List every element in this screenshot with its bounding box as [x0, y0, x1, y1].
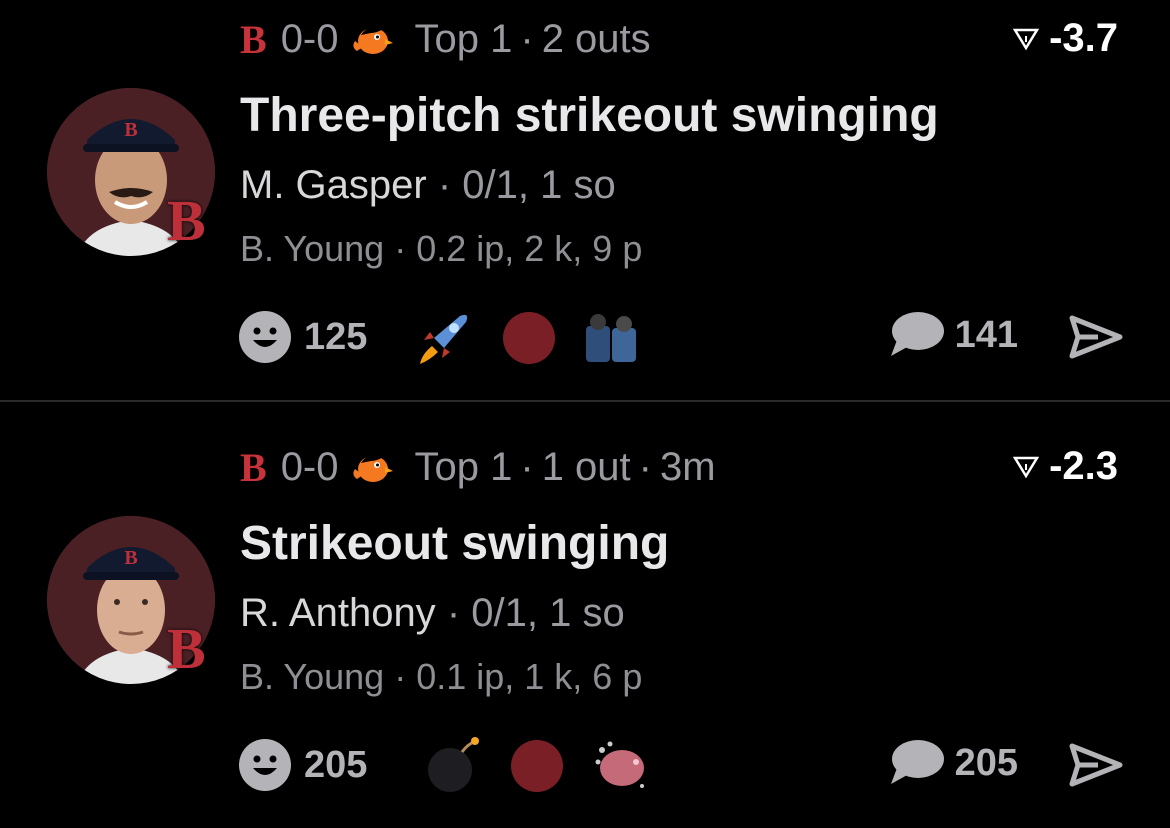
orioles-logo-icon: [352, 455, 393, 482]
triangle-down-icon: [1013, 28, 1040, 51]
separator: ·: [394, 228, 407, 269]
separator: ·: [394, 656, 407, 697]
comment-count: 141: [954, 313, 1018, 356]
smiley-icon: [239, 739, 291, 791]
play-title: Strikeout swinging: [240, 517, 670, 570]
pitcher-name[interactable]: B. Young: [240, 228, 384, 269]
win-probability-delta: -3.7: [1013, 12, 1118, 64]
reaction-button[interactable]: 205: [238, 738, 367, 792]
game-status-header: B 0-0 Top 1 · 2 outs: [240, 14, 651, 64]
team-badge-icon: B: [167, 616, 206, 681]
outs: 2 outs: [541, 16, 651, 61]
separator: ·: [638, 444, 652, 489]
batter-stat: 0/1, 1 so: [471, 591, 625, 635]
score: 0-0: [280, 444, 339, 489]
batter-stat: 0/1, 1 so: [462, 163, 616, 207]
reaction-count: 125: [304, 315, 368, 358]
batter-name[interactable]: R. Anthony: [240, 591, 436, 635]
speech-bubble-icon: [890, 740, 944, 784]
play-card[interactable]: B 0-0 Top 1 · 2 outs -3.7 B B Three-pitc…: [0, 0, 1170, 400]
action-bar: 125 141: [238, 308, 1128, 368]
delta-value: -2.3: [1049, 443, 1118, 488]
pitcher-stat: 0.2 ip, 2 k, 9 p: [416, 228, 643, 269]
pitcher-stat: 0.1 ip, 1 k, 6 p: [416, 656, 643, 697]
team-badge-icon: B: [167, 188, 206, 253]
comment-button[interactable]: 141: [889, 310, 1018, 360]
svg-text:B: B: [124, 547, 137, 569]
score: 0-0: [280, 16, 339, 61]
separator: ·: [446, 591, 461, 635]
batter-line: M. Gasper · 0/1, 1 so: [240, 163, 616, 208]
svg-text:B: B: [124, 119, 137, 141]
inning: Top 1: [414, 444, 513, 489]
separator: ·: [437, 163, 452, 207]
reaction-count: 205: [304, 743, 368, 786]
win-probability-delta: -2.3: [1013, 440, 1118, 492]
inning: Top 1: [414, 16, 513, 61]
time-ago: 3m: [659, 444, 716, 489]
separator: ·: [520, 16, 534, 61]
fans-sticker-icon[interactable]: [582, 308, 640, 366]
divider: [0, 400, 1170, 402]
batter-line: R. Anthony · 0/1, 1 so: [240, 591, 625, 636]
smiley-icon: [239, 311, 291, 363]
reaction-button[interactable]: 125: [238, 310, 367, 364]
red-sox-logo-icon: B: [240, 444, 267, 490]
splash-emoji-icon[interactable]: [592, 736, 650, 794]
player-avatar[interactable]: B B: [47, 516, 215, 684]
comment-count: 205: [954, 741, 1018, 784]
triangle-down-icon: [1013, 456, 1040, 479]
pitcher-name[interactable]: B. Young: [240, 656, 384, 697]
bomb-emoji-icon[interactable]: [424, 736, 482, 794]
game-status-header: B 0-0 Top 1 · 1 out · 3m: [240, 442, 716, 492]
send-icon[interactable]: [1068, 314, 1124, 360]
pitcher-line: B. Young · 0.2 ip, 2 k, 9 p: [240, 228, 642, 270]
player-avatar[interactable]: B B: [47, 88, 215, 256]
separator: ·: [520, 444, 534, 489]
delta-value: -3.7: [1049, 15, 1118, 60]
batter-name[interactable]: M. Gasper: [240, 163, 427, 207]
comment-button[interactable]: 205: [889, 738, 1018, 788]
play-title: Three-pitch strikeout swinging: [240, 89, 939, 142]
rocket-emoji-icon[interactable]: [416, 308, 474, 366]
red-sox-logo-icon: B: [240, 16, 267, 62]
red-circle-emoji-icon[interactable]: [500, 308, 558, 366]
pitcher-line: B. Young · 0.1 ip, 1 k, 6 p: [240, 656, 642, 698]
action-bar: 205 205: [238, 736, 1128, 796]
play-card[interactable]: B 0-0 Top 1 · 1 out · 3m -2.3 B B Strike…: [0, 428, 1170, 828]
red-circle-emoji-icon[interactable]: [508, 736, 566, 794]
outs: 1 out: [541, 444, 631, 489]
send-icon[interactable]: [1068, 742, 1124, 788]
orioles-logo-icon: [352, 27, 393, 54]
speech-bubble-icon: [890, 312, 944, 356]
